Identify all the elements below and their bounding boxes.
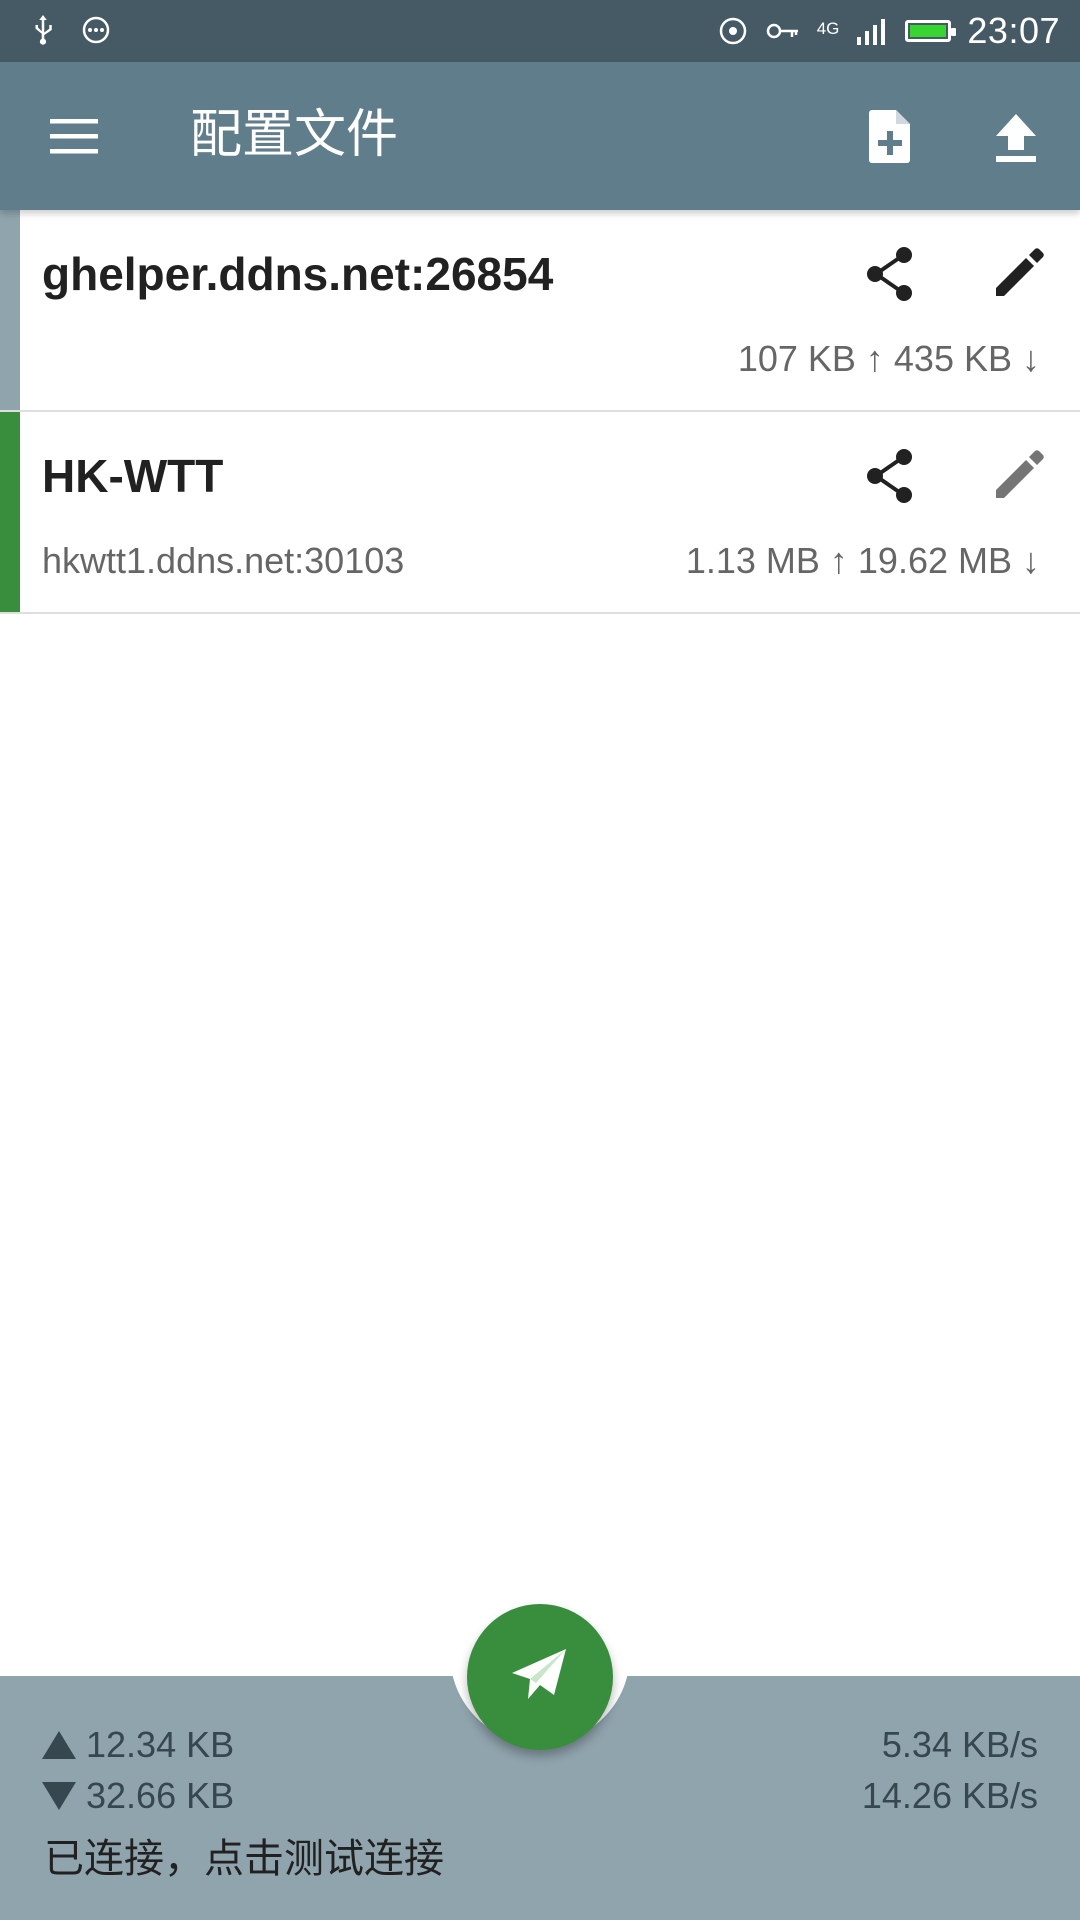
edit-icon[interactable] [986, 242, 1050, 306]
signal-icon [857, 19, 886, 45]
add-file-icon[interactable] [858, 104, 922, 168]
status-left [28, 12, 112, 48]
usb-icon [35, 15, 52, 45]
profile-list: ghelper.ddns.net:26854 107 KB ↑ 435 KB ↓… [0, 210, 1080, 614]
connection-status-text[interactable]: 已连接，点击测试连接 [44, 1826, 444, 1884]
battery-icon [905, 20, 957, 42]
share-icon[interactable] [858, 242, 922, 306]
profile-card[interactable]: HK-WTT hkwtt1.ddns.net:30103 1.13 MB ↑ 1… [0, 412, 1080, 614]
connect-button[interactable] [467, 1604, 613, 1750]
clock: 23:07 [967, 10, 1060, 51]
download-total-value: 32.66 KB [86, 1775, 235, 1816]
profile-name: ghelper.ddns.net:26854 [42, 248, 554, 300]
battery-level [910, 25, 947, 37]
profile-status-stripe [0, 210, 20, 410]
status-right: 4G 23:07 [717, 0, 1060, 62]
download-total: 32.66 KB [42, 1775, 234, 1817]
send-icon [512, 1649, 566, 1699]
vpn-key-icon [766, 23, 798, 39]
app-bar: 配置文件 [0, 62, 1080, 210]
profile-name: HK-WTT [42, 450, 224, 502]
profile-address: hkwtt1.ddns.net:30103 [42, 540, 405, 581]
profile-traffic: 107 KB ↑ 435 KB ↓ [737, 338, 1040, 379]
sync-icon [719, 17, 746, 45]
upload-total-value: 12.34 KB [86, 1724, 235, 1765]
network-type: 4G [816, 19, 840, 38]
profile-traffic: 1.13 MB ↑ 19.62 MB ↓ [685, 540, 1040, 581]
page-title: 配置文件 [190, 105, 399, 165]
profile-card[interactable]: ghelper.ddns.net:26854 107 KB ↑ 435 KB ↓ [0, 210, 1080, 412]
status-bar: 4G 23:07 [0, 0, 1080, 62]
upload-arrow-icon [42, 1731, 76, 1759]
upload-total: 12.34 KB [42, 1724, 234, 1766]
chat-icon [82, 16, 110, 44]
download-rate: 14.26 KB/s [861, 1775, 1038, 1816]
menu-icon[interactable] [44, 110, 104, 162]
edit-icon[interactable] [986, 444, 1050, 508]
profile-status-stripe [0, 412, 20, 612]
upload-icon[interactable] [984, 106, 1048, 170]
upload-rate: 5.34 KB/s [881, 1724, 1038, 1765]
share-icon[interactable] [858, 444, 922, 508]
download-arrow-icon [42, 1782, 76, 1810]
